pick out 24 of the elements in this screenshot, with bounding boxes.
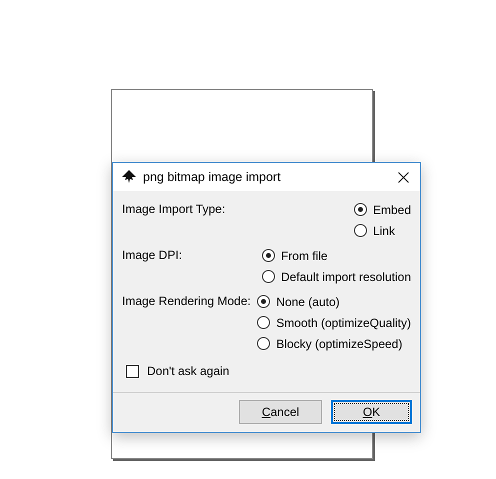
radio-label[interactable]: From file (280, 248, 328, 262)
radio-button[interactable] (262, 249, 275, 262)
option-label: Image Import Type: (122, 201, 226, 216)
radio-label[interactable]: Link (372, 224, 395, 238)
app-logo-icon (121, 170, 137, 184)
radio-button[interactable] (257, 295, 270, 308)
cancel-button[interactable]: Cancel (239, 400, 322, 424)
radio-label[interactable]: Embed (372, 202, 411, 216)
radio-label[interactable]: Blocky (optimizeSpeed) (276, 336, 402, 350)
radio-label[interactable]: Default import resolution (280, 270, 411, 284)
option-label: Image Rendering Mode: (122, 293, 251, 308)
ok-button[interactable]: OK (331, 400, 412, 424)
checkbox-label[interactable]: Don't ask again (147, 364, 230, 378)
close-icon[interactable] (398, 172, 409, 182)
radio-button[interactable] (354, 224, 367, 237)
radio-button[interactable] (257, 337, 270, 350)
window-title: png bitmap image import (143, 170, 282, 184)
option-label: Image DPI: (122, 247, 182, 262)
radio-label[interactable]: None (auto) (276, 294, 340, 308)
radio-button[interactable] (354, 203, 367, 216)
radio-button[interactable] (257, 316, 270, 329)
radio-label[interactable]: Smooth (optimizeQuality) (276, 316, 411, 330)
radio-button[interactable] (262, 270, 275, 283)
checkbox[interactable] (126, 364, 139, 378)
